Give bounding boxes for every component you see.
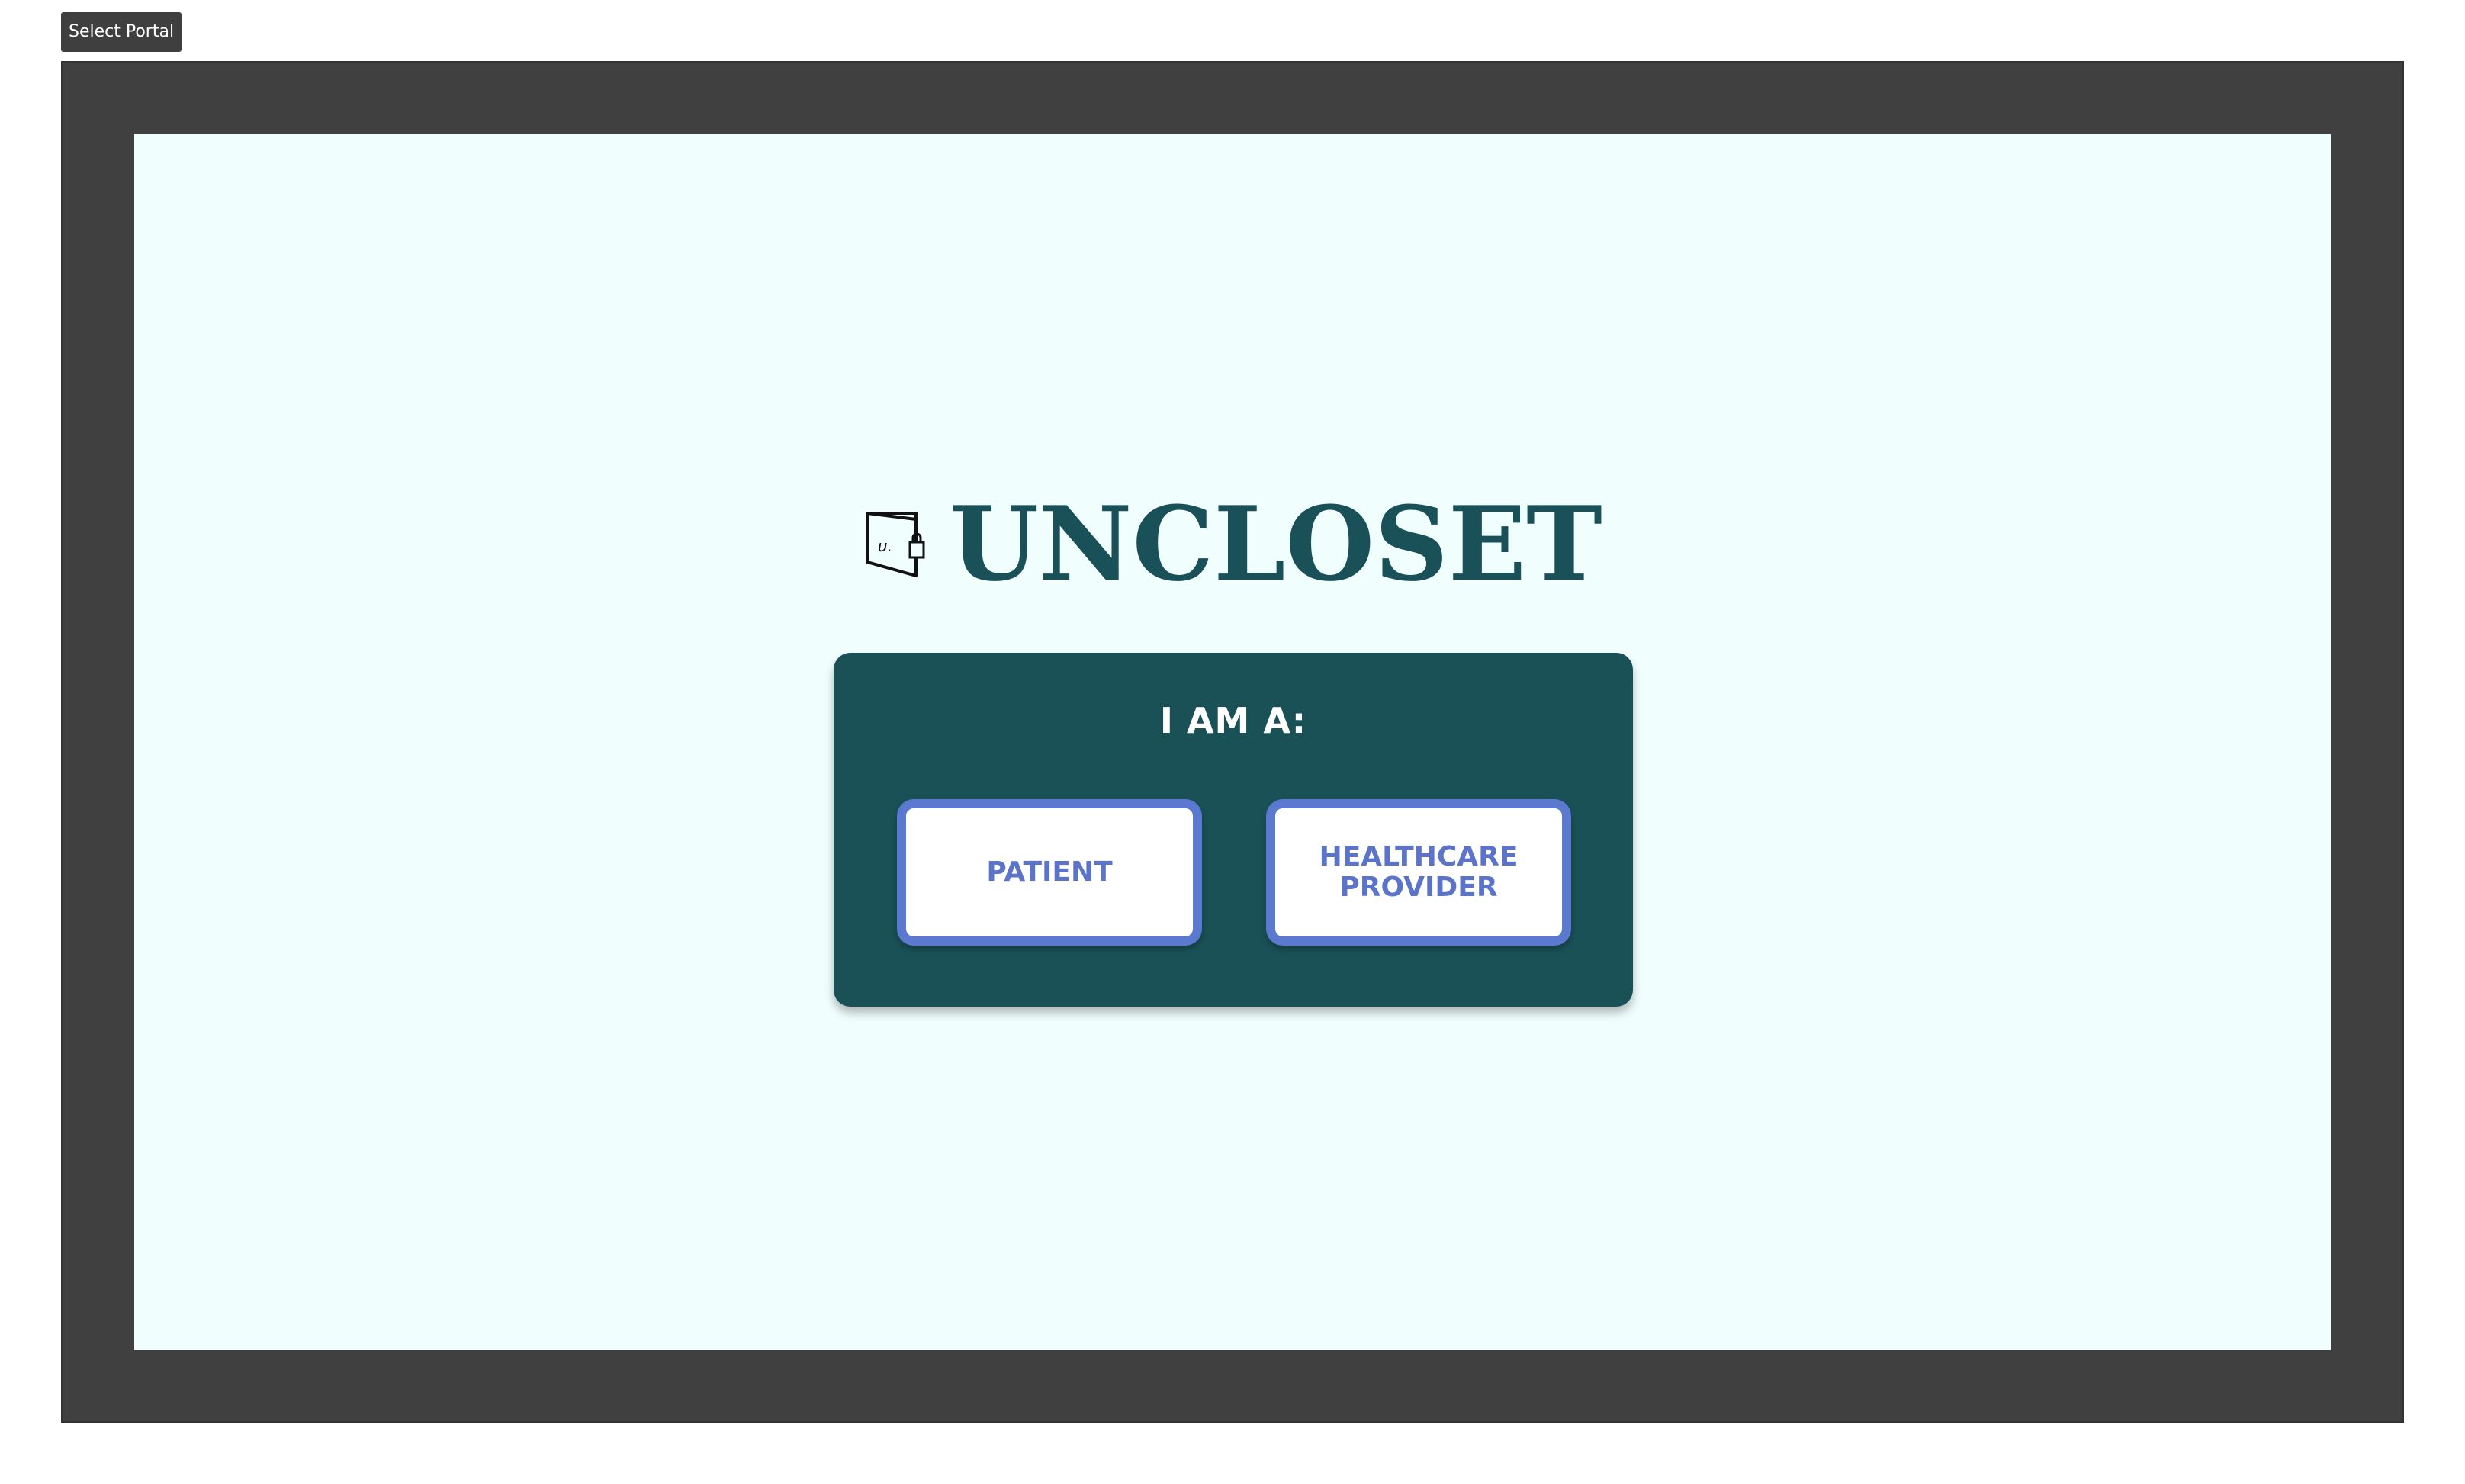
brand-name: UNCLOSET <box>950 483 1602 604</box>
frame-label: Select Portal <box>61 12 182 52</box>
brand-header: u. UNCLOSET <box>134 493 2331 595</box>
patient-button[interactable]: PATIENT <box>897 799 1202 946</box>
closet-door-logo-icon: u. <box>866 512 925 577</box>
svg-text:u.: u. <box>878 537 892 555</box>
role-prompt-title: I AM A: <box>1159 700 1307 741</box>
healthcare-provider-button[interactable]: HEALTHCARE PROVIDER <box>1266 799 1571 946</box>
role-selection-card: I AM A: PATIENT HEALTHCARE PROVIDER <box>834 653 1633 1007</box>
portal-screen: u. UNCLOSET I AM A: PATIENT HEALTHCARE P… <box>134 134 2331 1350</box>
